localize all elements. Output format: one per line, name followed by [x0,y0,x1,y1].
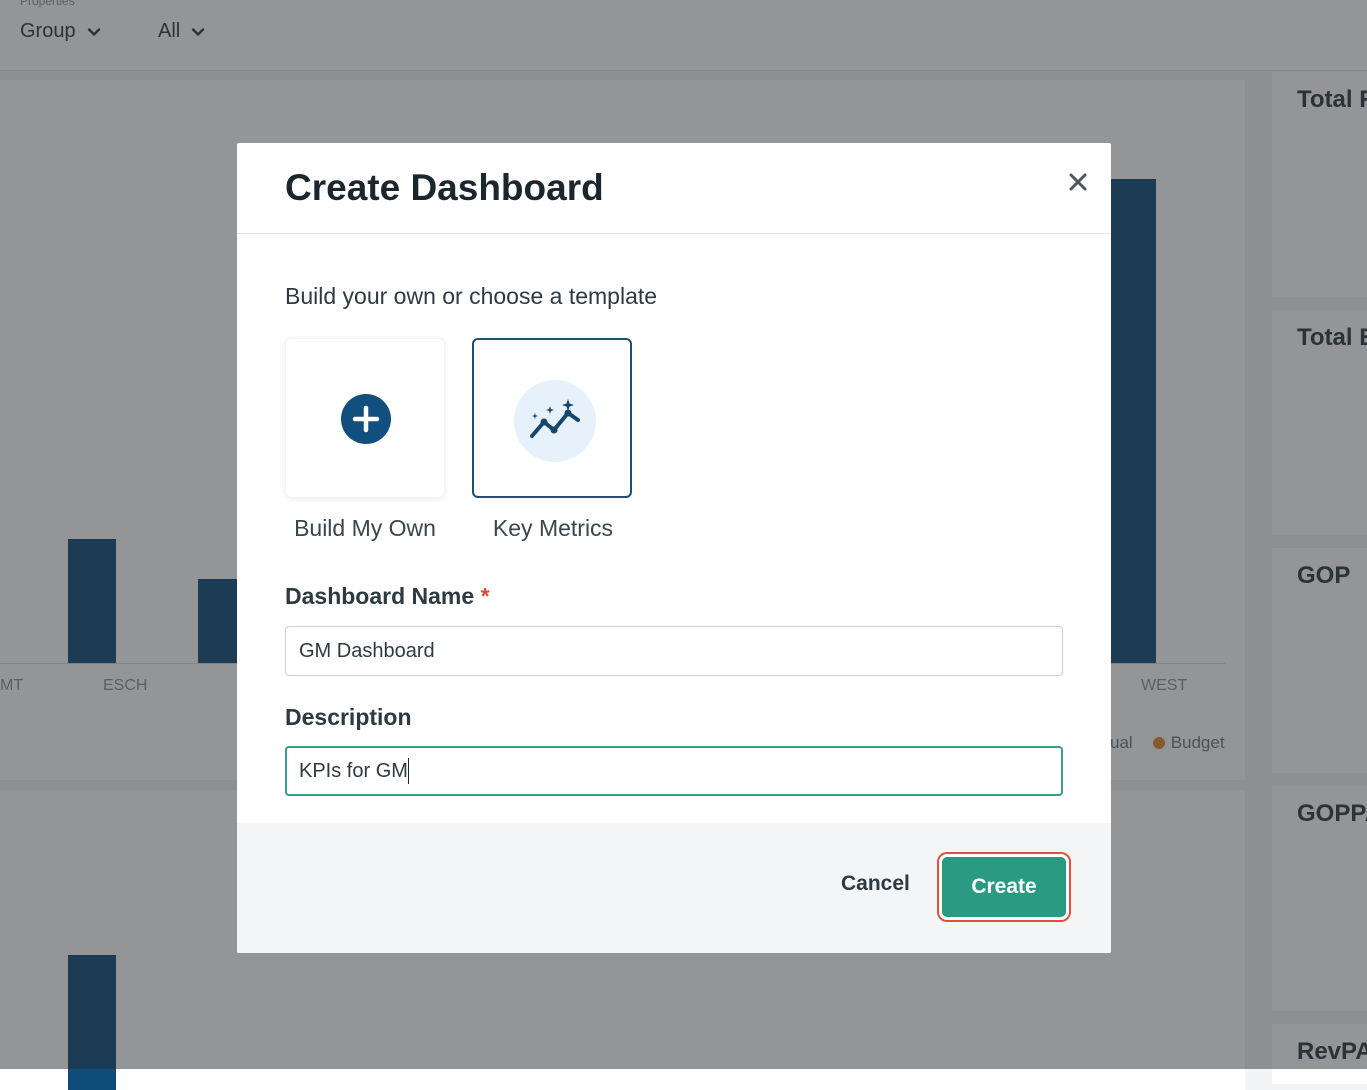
dialog-header: Create Dashboard [237,143,1111,234]
build-my-own-tile[interactable] [285,338,445,498]
template-subheading: Build your own or choose a template [285,283,658,309]
create-dashboard-dialog: Create Dashboard Build your own or choos… [237,143,1111,953]
text-cursor [407,758,409,784]
description-input[interactable]: KPIs for GM [285,746,1063,796]
description-input-value: KPIs for GM [299,759,408,782]
description-label: Description [285,704,412,730]
dashboard-name-input[interactable] [285,626,1063,676]
required-asterisk: * [480,583,490,609]
dialog-title: Create Dashboard [285,167,604,208]
close-icon [1069,173,1087,191]
dialog-footer: Cancel Create [237,823,1111,953]
build-my-own-label: Build My Own [294,515,436,541]
key-metrics-tile[interactable] [472,338,632,498]
sparkle-trend-icon [514,380,596,462]
close-button[interactable] [1065,169,1091,195]
create-button[interactable]: Create [942,857,1066,917]
dashboard-name-label: Dashboard Name * [285,583,490,610]
key-metrics-label: Key Metrics [492,515,614,541]
plus-circle-icon [341,394,391,444]
cancel-button[interactable]: Cancel [835,871,916,897]
dashboard-name-label-text: Dashboard Name [285,583,475,609]
